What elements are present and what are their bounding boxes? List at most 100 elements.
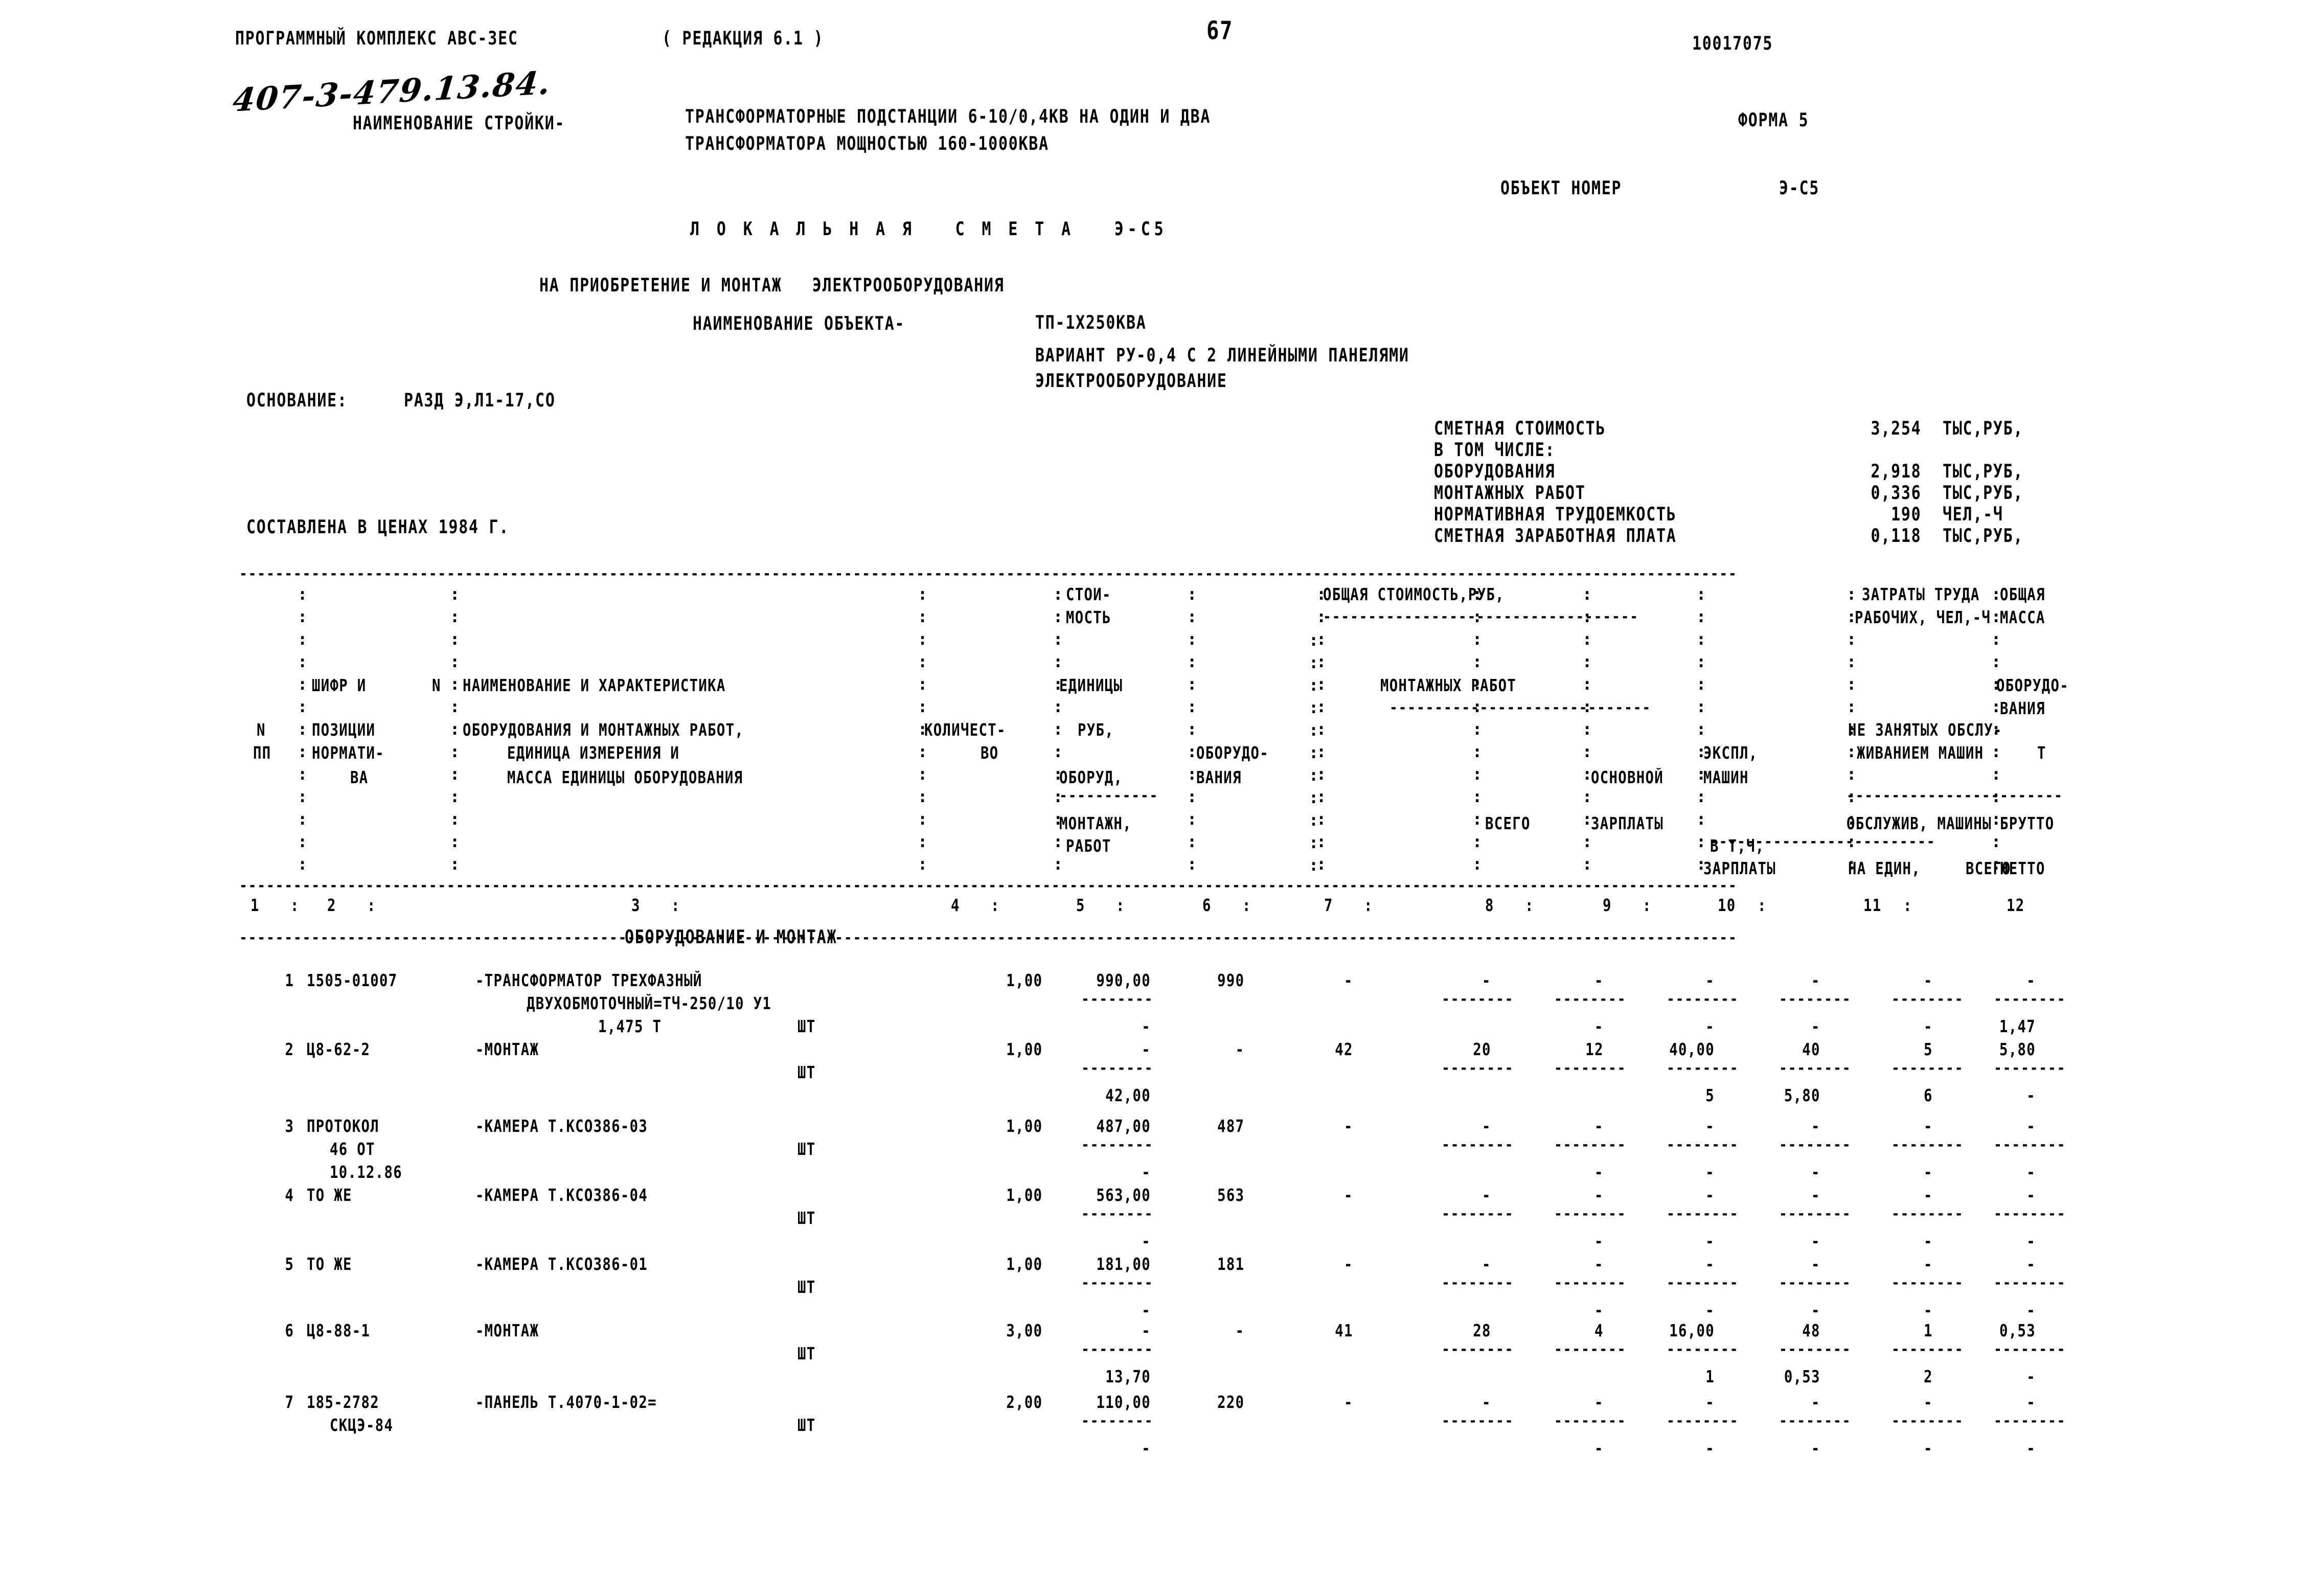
column-number-separator: : bbox=[1643, 896, 1652, 916]
header-col2-line3: НОРМАТИ- bbox=[312, 743, 384, 763]
column-number-9: 9 bbox=[1603, 896, 1612, 916]
header-col5-line6: МОНТАЖН, bbox=[1059, 814, 1132, 834]
row-labor-total-2: - bbox=[1811, 1017, 1820, 1037]
row-price-separator: -------- bbox=[1081, 1207, 1154, 1222]
row-column-separator-8: -------- bbox=[1442, 1061, 1514, 1076]
row-column-separator-9: -------- bbox=[1554, 1207, 1627, 1222]
row-labor-per-unit: - bbox=[1705, 1393, 1715, 1413]
row-total-basic-wage: - bbox=[1482, 1117, 1491, 1136]
row-total-equipment: 563 bbox=[1217, 1186, 1245, 1205]
row-total-equipment: 487 bbox=[1217, 1117, 1245, 1136]
row-labor-total: - bbox=[1811, 1255, 1820, 1275]
summary-value: 190 bbox=[1891, 504, 1922, 526]
row-column-separator-10: -------- bbox=[1667, 1137, 1739, 1153]
header-col12-line4: ВАНИЯ bbox=[2000, 699, 2045, 719]
column-number-2: 2 bbox=[327, 896, 336, 916]
row-quantity: 1,00 bbox=[1006, 1255, 1043, 1275]
row-code: 1505-01007 bbox=[307, 971, 398, 991]
handwritten-annotation: 407-3-479.13.84. bbox=[231, 63, 553, 119]
row-unit: ШТ bbox=[798, 1209, 816, 1228]
column-number-1: 1 bbox=[250, 896, 260, 916]
header-group-install-works: МОНТАЖНЫХ РАБОТ bbox=[1380, 676, 1517, 696]
row-mass-netto: - bbox=[2026, 1232, 2036, 1252]
row-total-equipment: 220 bbox=[1217, 1393, 1245, 1413]
row-column-separator-13: -------- bbox=[1994, 1061, 2066, 1076]
column-number-separator: : bbox=[1903, 896, 1912, 916]
row-labor-total: 48 bbox=[1802, 1321, 1820, 1341]
row-total-all: - bbox=[1344, 1393, 1353, 1413]
column-number-separator: : bbox=[991, 896, 1000, 916]
header-col1-line1: N bbox=[257, 720, 266, 740]
row-labor-per-unit: 40,00 bbox=[1669, 1040, 1715, 1060]
row-labor-per-unit: - bbox=[1705, 1117, 1715, 1136]
site-name-line-2: ТРАНСФОРМАТОРА МОЩНОСТЬЮ 160-1000КВА bbox=[685, 133, 1049, 155]
row-machine-labor-total: 0,53 bbox=[1999, 1321, 2036, 1341]
row-unit: ШТ bbox=[798, 1278, 816, 1298]
row-column-separator-10: -------- bbox=[1667, 1061, 1739, 1076]
row-price-separator: -------- bbox=[1081, 1276, 1154, 1291]
row-unit-price-equipment: - bbox=[1142, 1321, 1151, 1341]
header-col5-line2: МОСТЬ bbox=[1066, 608, 1111, 628]
row-price-separator: -------- bbox=[1081, 1061, 1154, 1076]
header-col7: ВСЕГО bbox=[1485, 814, 1531, 834]
document-code: 10017075 bbox=[1692, 33, 1773, 55]
row-column-separator-9: -------- bbox=[1554, 1061, 1627, 1076]
row-number: 5 bbox=[285, 1255, 294, 1275]
row-labor-per-unit-2: - bbox=[1705, 1163, 1715, 1182]
header-col12-line5: Т bbox=[2037, 743, 2046, 763]
subheader-rule-machines: ------------------------- bbox=[1710, 834, 1936, 850]
row-unit-price-install: - bbox=[1142, 1232, 1151, 1252]
row-price-separator: -------- bbox=[1081, 1342, 1154, 1357]
row-code: 185-2782 bbox=[307, 1393, 379, 1413]
header-col5-line7: РАБОТ bbox=[1066, 836, 1111, 856]
row-code: ТО ЖЕ bbox=[307, 1186, 352, 1205]
row-total-equipment: - bbox=[1235, 1040, 1245, 1060]
column-number-10: 10 bbox=[1718, 896, 1736, 916]
header-col5-line5: ОБОРУД, bbox=[1059, 768, 1123, 788]
column-number-11: 11 bbox=[1863, 896, 1882, 916]
column-separator: : : : : : : : : : : : bbox=[1309, 630, 1319, 875]
row-machine-unit-value: 1 bbox=[1705, 1367, 1715, 1387]
object-name-value: ТП-1Х250КВА bbox=[1035, 312, 1147, 334]
row-name-line3: 1,475 Т bbox=[598, 1017, 662, 1037]
row-total-basic-wage: 20 bbox=[1473, 1040, 1491, 1060]
row-machine-labor-per-unit: - bbox=[1924, 1393, 1933, 1413]
row-labor-total: 40 bbox=[1802, 1040, 1820, 1060]
row-mass-brutto: - bbox=[1924, 1163, 1933, 1182]
row-price-separator: -------- bbox=[1081, 1137, 1154, 1153]
row-column-separator-13: -------- bbox=[1994, 1207, 2066, 1222]
row-machine-total-value: 5,80 bbox=[1784, 1086, 1820, 1106]
row-machine-labor-per-unit: 5 bbox=[1924, 1040, 1933, 1060]
column-number-4: 4 bbox=[951, 896, 960, 916]
row-code: Ц8-88-1 bbox=[307, 1321, 371, 1341]
row-unit-price-install: 42,00 bbox=[1105, 1086, 1151, 1106]
row-unit-price-equipment: 110,00 bbox=[1096, 1393, 1151, 1413]
row-number: 3 bbox=[285, 1117, 294, 1136]
row-machine-labor-per-unit: - bbox=[1924, 1117, 1933, 1136]
row-machine-labor-per-unit: - bbox=[1924, 971, 1933, 991]
header-col12-line6: БРУТТО bbox=[2000, 814, 2055, 834]
summary-value: 2,918 bbox=[1871, 461, 1922, 483]
row-total-basic-wage: - bbox=[1482, 1393, 1491, 1413]
row-total-basic-wage: - bbox=[1482, 1186, 1491, 1205]
row-name-line1: -КАМЕРА Т.КСО386-04 bbox=[475, 1186, 648, 1205]
header-col6-line1: ОБОРУДО- bbox=[1196, 743, 1269, 763]
column-number-separator: : bbox=[671, 896, 680, 916]
header-col3-line3: ЕДИНИЦА ИЗМЕРЕНИЯ И bbox=[507, 743, 680, 763]
summary-label: ОБОРУДОВАНИЯ bbox=[1434, 461, 1556, 483]
row-total-machines: - bbox=[1594, 1117, 1604, 1136]
column-separator: : : : : : : : : : : : : : bbox=[450, 584, 460, 874]
summary-unit: ТЫС,РУБ, bbox=[1943, 482, 2024, 504]
row-unit: ШТ bbox=[798, 1017, 816, 1037]
row-unit-price-install: - bbox=[1142, 1163, 1151, 1182]
row-column-separator-8: -------- bbox=[1442, 1342, 1514, 1357]
row-machine-labor-total: - bbox=[2026, 971, 2036, 991]
column-number-separator: : bbox=[1758, 896, 1767, 916]
row-machine-labor-per-unit: - bbox=[1924, 1186, 1933, 1205]
summary-unit: ТЫС,РУБ, bbox=[1943, 525, 2024, 547]
row-column-separator-10: -------- bbox=[1667, 1414, 1739, 1429]
row-column-separator-11: -------- bbox=[1779, 992, 1852, 1007]
row-column-separator-12: -------- bbox=[1892, 1414, 1964, 1429]
object-number-label: ОБЪЕКТ НОМЕР bbox=[1500, 177, 1622, 199]
row-mass-netto: 1,47 bbox=[1999, 1017, 2036, 1037]
